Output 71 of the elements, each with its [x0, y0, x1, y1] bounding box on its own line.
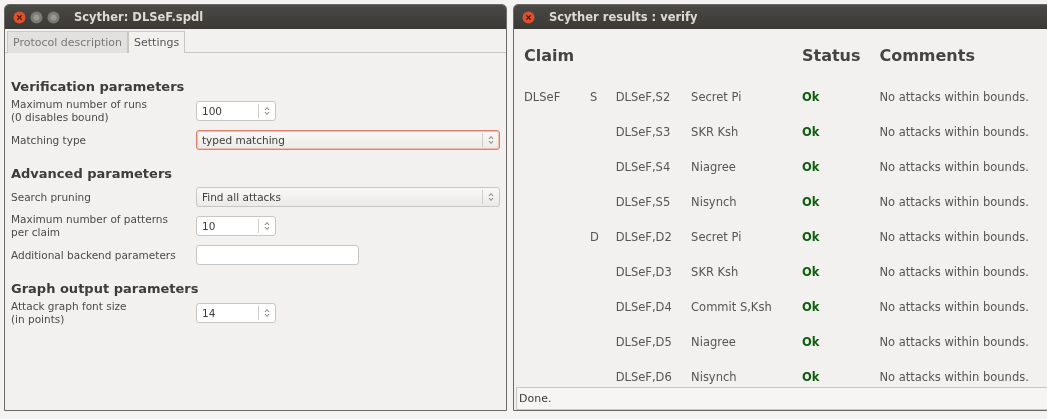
window-title: Scyther: DLSeF.spdl	[74, 10, 204, 24]
table-cell: DLSeF,D6	[615, 369, 672, 384]
table-cell: DLSeF,D4	[615, 299, 672, 314]
status-text: Ok	[801, 159, 820, 174]
table-cell: D	[589, 229, 599, 244]
table-cell: S	[589, 89, 598, 104]
column-header: Comments	[879, 44, 976, 67]
status-text: Ok	[801, 264, 820, 279]
status-text: Ok	[801, 124, 820, 139]
table-cell: No attacks within bounds.	[879, 369, 1029, 384]
status-text: Ok	[801, 89, 820, 104]
table-cell: No attacks within bounds.	[879, 194, 1029, 209]
spin-arrows-icon[interactable]	[264, 221, 270, 231]
section-heading: Graph output parameters	[11, 281, 200, 296]
table-cell: DLSeF,S2	[615, 89, 671, 104]
table-cell: No attacks within bounds.	[879, 89, 1029, 104]
table-cell: DLSeF,S3	[615, 124, 671, 139]
table-cell: DLSeF,D3	[615, 264, 672, 279]
status-text: Ok	[801, 229, 820, 244]
maximize-icon[interactable]	[47, 10, 60, 24]
status-text: Ok	[801, 299, 820, 314]
dropdown[interactable]: Find all attacks	[196, 187, 500, 207]
tab[interactable]: Settings	[128, 31, 186, 53]
status-text: Ok	[801, 369, 820, 384]
table-cell: Secret Pi	[691, 229, 742, 244]
field-label: Additional backend parameters	[11, 248, 177, 262]
column-header: Claim	[524, 44, 576, 67]
close-icon[interactable]	[13, 10, 26, 24]
spin-arrows-icon[interactable]	[488, 135, 494, 145]
table-cell: DLSeF,D5	[615, 334, 672, 349]
field-label: Search pruning	[11, 190, 92, 204]
close-icon[interactable]	[522, 10, 535, 24]
table-cell: DLSeF	[524, 89, 561, 104]
status-bar: Done.	[516, 387, 1047, 410]
status-text: Ok	[801, 334, 820, 349]
tab[interactable]: Protocol description	[7, 31, 128, 53]
table-cell: Nisynch	[691, 194, 737, 209]
table-cell: Commit S,Ksh	[691, 299, 772, 314]
table-cell: DLSeF,S4	[615, 159, 671, 174]
table-cell: DLSeF,S5	[615, 194, 671, 209]
spin-box[interactable]: 100	[196, 101, 276, 121]
table-cell: Niagree	[691, 159, 736, 174]
spin-box[interactable]: 14	[196, 303, 276, 323]
window-title: Scyther results : verify	[549, 10, 698, 24]
table-cell: No attacks within bounds.	[879, 124, 1029, 139]
section-heading: Verification parameters	[11, 79, 186, 94]
spin-arrows-icon[interactable]	[488, 192, 494, 202]
table-cell: No attacks within bounds.	[879, 264, 1029, 279]
table-cell: Niagree	[691, 334, 736, 349]
dropdown[interactable]: typed matching	[196, 130, 500, 150]
table-cell: SKR Ksh	[691, 124, 739, 139]
table-cell: Secret Pi	[691, 89, 742, 104]
field-label: Maximum number of patterns per claim	[11, 213, 169, 239]
table-cell: SKR Ksh	[691, 264, 739, 279]
field-label: Maximum number of runs (0 disables bound)	[11, 98, 148, 124]
section-heading: Advanced parameters	[11, 166, 174, 181]
table-cell: No attacks within bounds.	[879, 299, 1029, 314]
status-text: Ok	[801, 194, 820, 209]
spin-box[interactable]: 10	[196, 216, 276, 236]
table-cell: No attacks within bounds.	[879, 229, 1029, 244]
minimize-icon[interactable]	[30, 10, 43, 24]
table-cell: Nisynch	[691, 369, 737, 384]
table-cell: No attacks within bounds.	[879, 159, 1029, 174]
spin-arrows-icon[interactable]	[264, 106, 270, 116]
table-cell: No attacks within bounds.	[879, 334, 1029, 349]
spin-arrows-icon[interactable]	[264, 308, 270, 318]
table-cell: DLSeF,D2	[615, 229, 672, 244]
field-label: Matching type	[11, 133, 88, 147]
field-label: Attack graph font size (in points)	[11, 300, 128, 326]
column-header: Status	[801, 44, 862, 67]
input-field[interactable]	[196, 245, 359, 265]
